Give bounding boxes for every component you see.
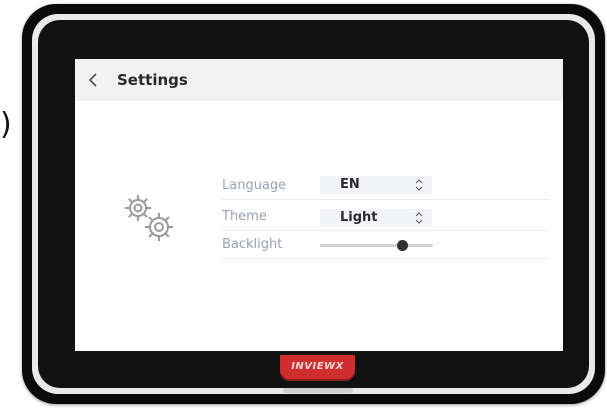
language-row: Language EN [222,176,550,200]
chevron-left-icon[interactable] [87,72,101,88]
screen-header: Settings [75,59,563,101]
backlight-row: Backlight [222,235,550,259]
language-select[interactable]: EN [320,176,432,194]
theme-label: Theme [222,209,267,224]
brand-logo-badge: INVIEWX [280,355,355,381]
backlight-slider[interactable] [320,240,433,251]
theme-value: Light [340,210,378,225]
backlight-label: Backlight [222,237,283,252]
theme-row: Theme Light [222,207,550,231]
updown-chevron-icon [415,179,423,191]
updown-chevron-icon [415,212,423,224]
page-title: Settings [117,71,188,89]
theme-select[interactable]: Light [320,209,432,227]
gears-icon [125,195,173,241]
brand-logo-text: INVIEWX [291,361,344,372]
language-label: Language [222,178,287,193]
stray-parenthesis: ) [0,107,12,142]
device-screen: Settings Language EN Theme Light Backlig… [75,59,563,351]
stand-reflection [283,388,353,393]
backlight-slider-thumb[interactable] [397,240,409,251]
language-value: EN [340,177,360,192]
